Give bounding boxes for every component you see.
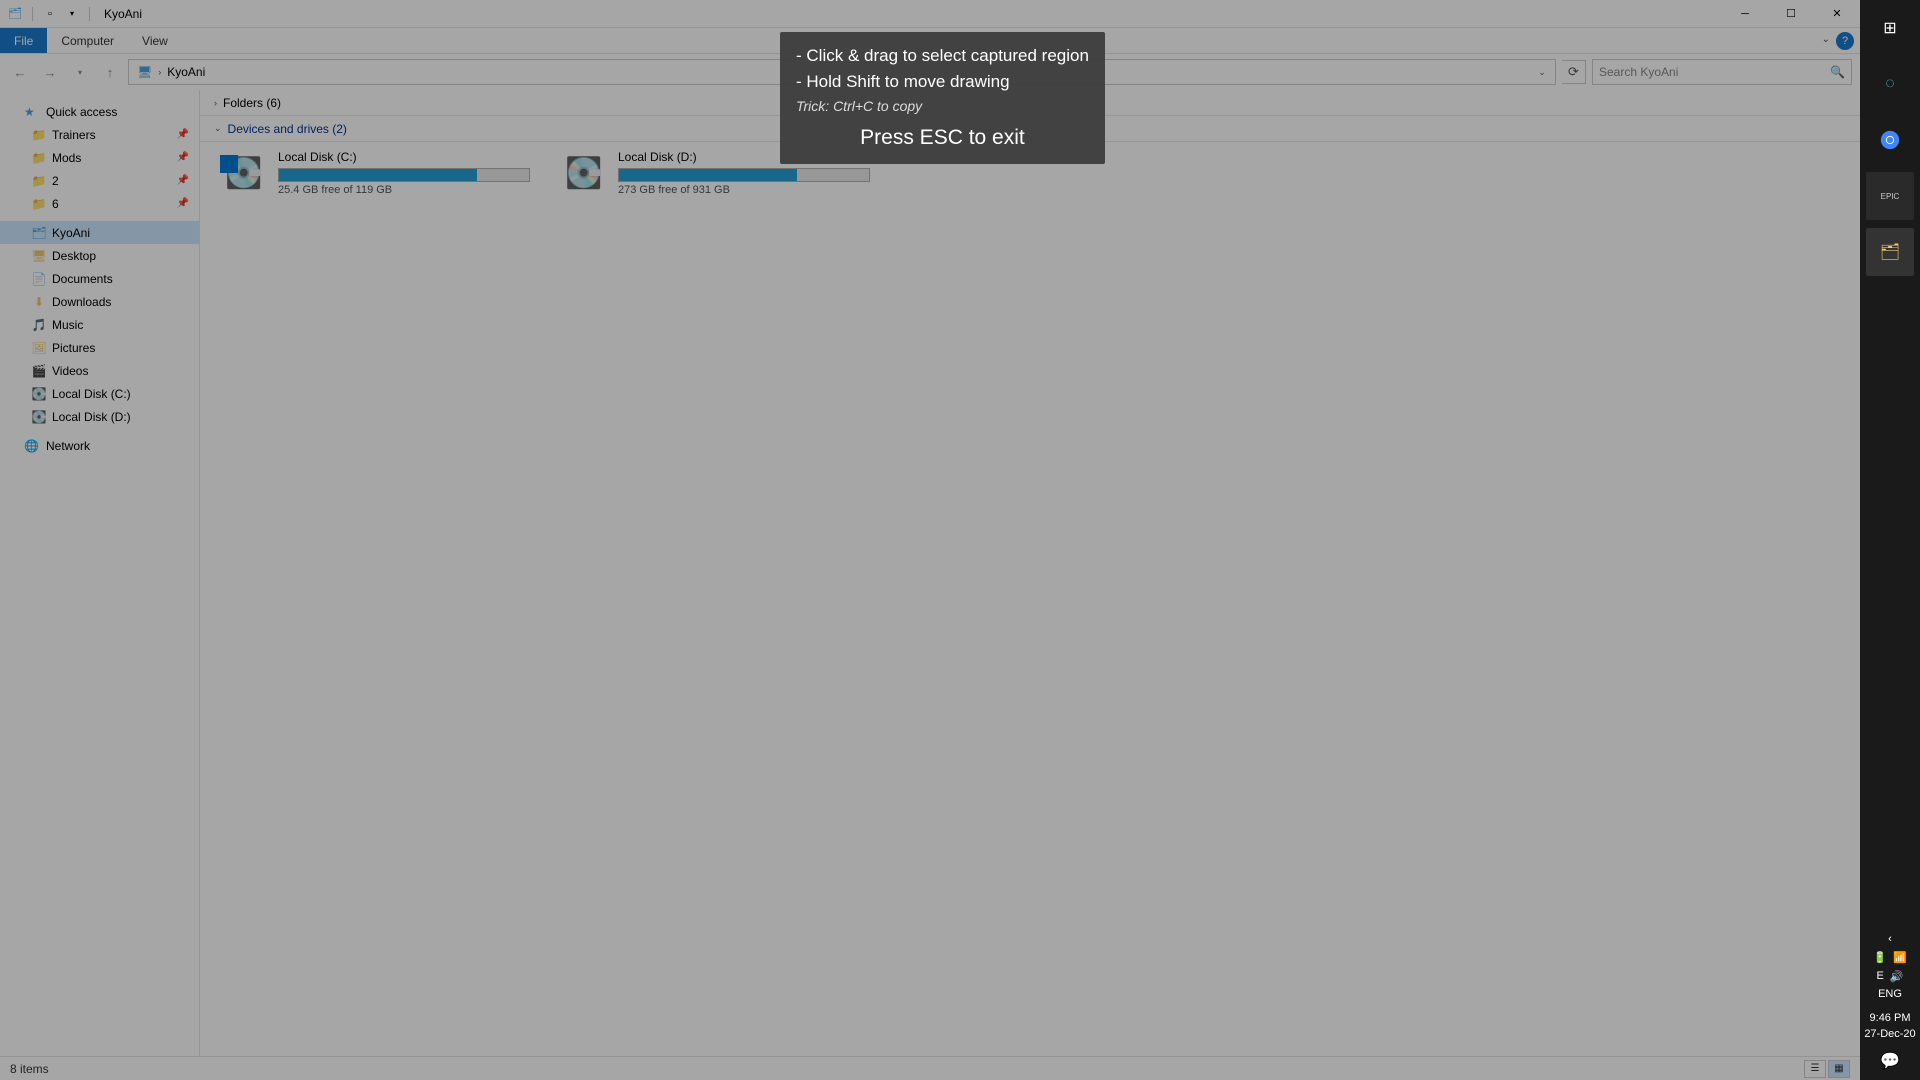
address-dropdown-icon[interactable]: ⌄ [1533,67,1551,78]
maximize-button[interactable]: ☐ [1768,0,1814,28]
sidebar-item-6[interactable]: 📁6📌 [20,192,199,215]
view-tab[interactable]: View [128,28,182,53]
sidebar-item-disk-d[interactable]: 💽Local Disk (D:) [20,405,199,428]
pin-icon: 📌 [177,152,189,163]
folder-icon: 🗂 [30,226,48,240]
disk-icon: 💽 [30,410,48,424]
tip-esc: Press ESC to exit [796,126,1089,150]
drive-free-text: 25.4 GB free of 119 GB [278,184,530,196]
folder-icon: 📁 [30,197,48,211]
tray-language[interactable]: ENG [1878,988,1902,1000]
separator [32,7,33,21]
sidebar-item-mods[interactable]: 📁Mods📌 [20,146,199,169]
quick-access-toolbar: 🗂 ▫ ▾ [0,5,94,23]
tray-ime-volume[interactable]: E🔊 [1876,970,1903,983]
sidebar-item-downloads[interactable]: ⬇Downloads [20,290,199,313]
folder-icon: 📁 [30,151,48,165]
tray-time[interactable]: 9:46 PM [1870,1012,1911,1024]
network-header[interactable]: 🌐Network [0,434,199,457]
sidebar-item-trainers[interactable]: 📁Trainers📌 [20,123,199,146]
close-button[interactable]: ✕ [1814,0,1860,28]
ribbon-collapse-icon[interactable]: ⌄ [1822,34,1830,45]
drive-name: Local Disk (C:) [278,150,530,164]
thispc-icon: 🖥 [137,65,152,79]
music-icon: 🎵 [30,318,48,332]
body: ★ Quick access 📁Trainers📌 📁Mods📌 📁2📌 📁6📌… [0,90,1860,1056]
sidebar-item-documents[interactable]: 📄Documents [20,267,199,290]
disk-icon: 💽 [30,387,48,401]
folder-icon: 📁 [30,174,48,188]
tip-line-2: - Hold Shift to move drawing [796,72,1089,92]
tiles-view-button[interactable]: ▦ [1828,1060,1850,1078]
back-button[interactable]: ← [8,60,32,84]
tray-chevron[interactable]: ‹ [1888,933,1892,945]
window-controls: ─ ☐ ✕ [1722,0,1860,28]
pin-icon: 📌 [177,198,189,209]
sidebar-item-desktop[interactable]: 🖥Desktop [20,244,199,267]
taskbar: ⊞ ◌ EPIC 🗂 ‹ 🔋📶 E🔊 ENG 9:46 PM 27-Dec-20… [1860,0,1920,1080]
status-bar: 8 items ☰ ▦ [0,1056,1860,1080]
explorer-icon[interactable]: 🗂 [1866,228,1914,276]
sidebar-item-videos[interactable]: 🎬Videos [20,359,199,382]
sidebar-item-kyoani[interactable]: 🗂KyoAni [0,221,199,244]
qat-dropdown-icon[interactable]: ▾ [63,5,81,23]
chevron-right-icon[interactable]: › [156,67,163,77]
view-buttons: ☰ ▦ [1804,1060,1850,1078]
app-c-icon[interactable]: ◌ [1866,60,1914,108]
content-pane: › Folders (6) ⌄ Devices and drives (2) 💽… [200,90,1860,1056]
app-icon: 🗂 [6,5,24,23]
properties-icon[interactable]: ▫ [41,5,59,23]
pin-icon: 📌 [177,129,189,140]
item-count: 8 items [10,1062,49,1076]
help-button[interactable]: ? [1836,32,1854,50]
computer-tab[interactable]: Computer [47,28,128,53]
drive-free-text: 273 GB free of 931 GB [618,184,870,196]
tray-date[interactable]: 27-Dec-20 [1864,1028,1915,1040]
window-title: KyoAni [94,7,142,21]
chevron-right-icon: › [214,98,217,108]
desktop-icon: 🖥 [30,249,48,263]
drive-usage-bar [618,168,870,182]
documents-icon: 📄 [30,272,48,286]
file-tab[interactable]: File [0,28,47,53]
forward-button[interactable]: → [38,60,62,84]
epic-games-icon[interactable]: EPIC [1866,172,1914,220]
network-icon: 🌐 [24,439,42,453]
navigation-pane: ★ Quick access 📁Trainers📌 📁Mods📌 📁2📌 📁6📌… [0,90,200,1056]
search-icon: 🔍 [1830,65,1845,79]
up-button[interactable]: ↑ [98,60,122,84]
refresh-button[interactable]: ⟳ [1562,60,1586,84]
tip-line-1: - Click & drag to select captured region [796,46,1089,66]
start-button[interactable]: ⊞ [1866,4,1914,52]
title-bar: 🗂 ▫ ▾ KyoAni ─ ☐ ✕ [0,0,1860,28]
drive-usage-bar [278,168,530,182]
sidebar-item-disk-c[interactable]: 💽Local Disk (C:) [20,382,199,405]
details-view-button[interactable]: ☰ [1804,1060,1826,1078]
disk-icon: 💽 [560,153,608,193]
recent-dropdown-icon[interactable]: ▾ [68,60,92,84]
disk-icon: 💽 [220,153,268,193]
separator [89,7,90,21]
videos-icon: 🎬 [30,364,48,378]
pin-icon: 📌 [177,175,189,186]
pictures-icon: 🖼 [30,341,48,355]
minimize-button[interactable]: ─ [1722,0,1768,28]
downloads-icon: ⬇ [30,295,48,309]
search-placeholder: Search KyoAni [1599,65,1678,79]
tray-icons[interactable]: 🔋📶 [1873,951,1906,964]
chevron-down-icon: ⌄ [214,123,222,134]
sidebar-item-2[interactable]: 📁2📌 [20,169,199,192]
quick-access-header[interactable]: ★ Quick access [0,100,199,123]
sidebar-item-music[interactable]: 🎵Music [20,313,199,336]
breadcrumb-segment[interactable]: KyoAni [163,65,209,79]
folder-icon: 📁 [30,128,48,142]
capture-tooltip: - Click & drag to select captured region… [780,32,1105,164]
quick-access-icon: ★ [24,105,42,119]
drive-item-c[interactable]: 💽 Local Disk (C:) 25.4 GB free of 119 GB [220,150,530,196]
sidebar-item-pictures[interactable]: 🖼Pictures [20,336,199,359]
action-center-icon[interactable]: 💬 [1866,1046,1914,1076]
search-input[interactable]: Search KyoAni 🔍 [1592,59,1852,85]
tip-trick: Trick: Ctrl+C to copy [796,98,1089,114]
chrome-icon[interactable] [1866,116,1914,164]
